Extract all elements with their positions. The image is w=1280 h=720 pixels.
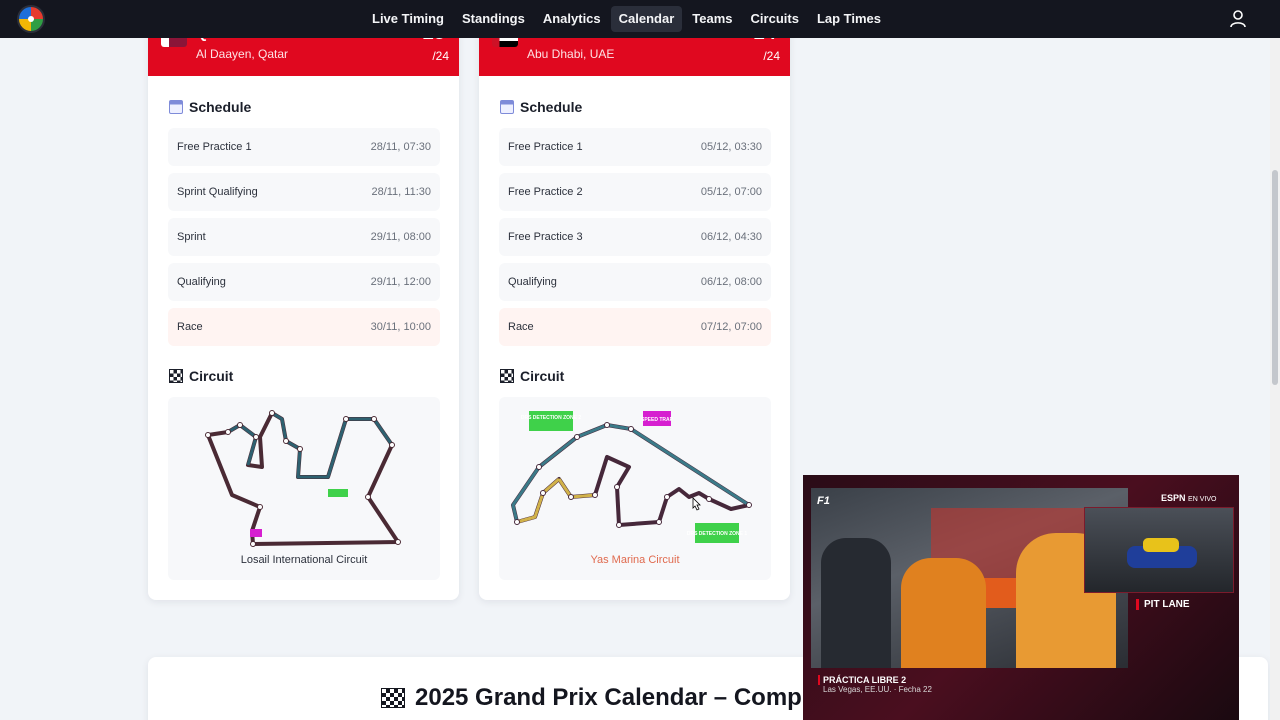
nav-calendar[interactable]: Calendar (610, 6, 683, 32)
session-row: Free Practice 2 05/12, 07:00 (499, 173, 771, 211)
session-row: Sprint Qualifying 28/11, 11:30 (168, 173, 440, 211)
session-row: Qualifying 29/11, 12:00 (168, 263, 440, 301)
pit-lane-label: PIT LANE (1136, 599, 1190, 610)
video-pip-feed (1084, 507, 1234, 593)
session-row: Qualifying 06/12, 08:00 (499, 263, 771, 301)
calendar-icon (169, 100, 183, 114)
drs1-label: DRS DETECTION ZONE 1 (687, 531, 748, 537)
speed-trap-label: SPEED TRAP (641, 417, 674, 423)
nav-live-timing[interactable]: Live Timing (364, 6, 452, 32)
checkered-flag-icon (500, 369, 514, 383)
session-row-race: Race 07/12, 07:00 (499, 308, 771, 346)
round-total: /24 (763, 49, 780, 63)
race-location: Abu Dhabi, UAE (527, 47, 615, 61)
video-session-label: PRÁCTICA LIBRE 2 (818, 675, 906, 685)
circuit-map-box: DRS DETECTION ZONE 2 SPEED TRAP DRS DETE… (499, 397, 771, 580)
schedule-heading: Schedule (500, 99, 582, 115)
yas-marina-track-map: DRS DETECTION ZONE 2 SPEED TRAP DRS DETE… (511, 411, 752, 543)
top-navbar: Live Timing Standings Analytics Calendar… (0, 0, 1280, 38)
f1-logo: F1 (817, 495, 830, 507)
circuit-name[interactable]: Losail International Circuit (168, 554, 440, 566)
session-row: Free Practice 1 05/12, 03:30 (499, 128, 771, 166)
nav-teams[interactable]: Teams (684, 6, 740, 32)
circuit-heading: Circuit (169, 368, 233, 384)
race-location: Al Daayen, Qatar (196, 47, 289, 61)
checkered-flag-icon (169, 369, 183, 383)
nav-links: Live Timing Standings Analytics Calendar… (364, 6, 889, 32)
session-row-race: Race 30/11, 10:00 (168, 308, 440, 346)
race-card-abu-dhabi: Abu Dhabi Grand Prix Abu Dhabi, UAE 24 /… (479, 20, 790, 600)
nav-circuits[interactable]: Circuits (743, 6, 807, 32)
circuit-heading: Circuit (500, 368, 564, 384)
losail-track-map (205, 410, 401, 547)
app-logo[interactable] (17, 5, 45, 33)
espn-logo: ESPN EN VIVO (1161, 493, 1217, 503)
checkered-flag-icon (381, 688, 405, 708)
session-row: Free Practice 3 06/12, 04:30 (499, 218, 771, 256)
video-session-subtitle: Las Vegas, EE.UU. · Fecha 22 (823, 685, 932, 694)
calendar-title: 2025 Grand Prix Calendar – Complete (381, 684, 843, 712)
scroll-thumb[interactable] (1272, 170, 1278, 385)
schedule-heading: Schedule (169, 99, 251, 115)
page-scrollbar[interactable] (1270, 38, 1280, 720)
round-total: /24 (432, 49, 449, 63)
calendar-icon (500, 100, 514, 114)
drs2-label: DRS DETECTION ZONE 2 (521, 415, 582, 421)
nav-lap-times[interactable]: Lap Times (809, 6, 889, 32)
session-row: Free Practice 1 28/11, 07:30 (168, 128, 440, 166)
user-icon[interactable] (1228, 9, 1248, 29)
race-card-qatar: Qatar Grand Prix Al Daayen, Qatar 23 /24… (148, 20, 459, 600)
mouse-pointer-icon (692, 497, 701, 511)
session-row: Sprint 29/11, 08:00 (168, 218, 440, 256)
circuit-name[interactable]: Yas Marina Circuit (499, 554, 771, 566)
picture-in-picture-video[interactable]: F1 ESPN EN VIVO PIT LANE PRÁCTICA LIBRE … (803, 475, 1239, 720)
nav-analytics[interactable]: Analytics (535, 6, 609, 32)
circuit-map-box: Losail International Circuit (168, 397, 440, 580)
video-main-feed (811, 488, 1128, 668)
nav-standings[interactable]: Standings (454, 6, 533, 32)
